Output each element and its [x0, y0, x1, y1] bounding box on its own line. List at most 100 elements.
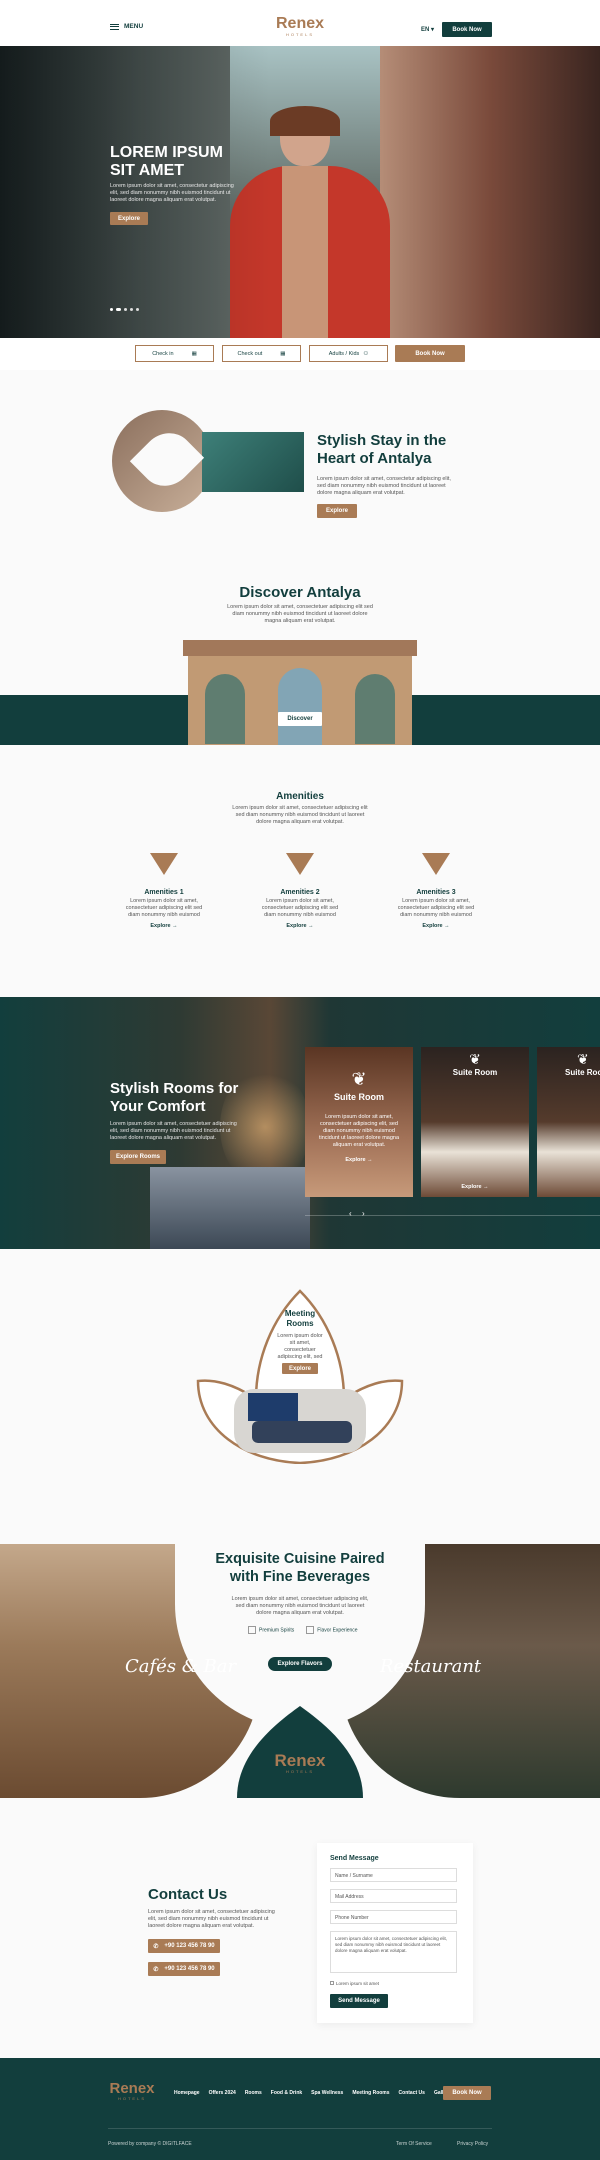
check-in-field[interactable]: Check in ▦ [135, 345, 214, 362]
contact-title: Contact Us [148, 1886, 228, 1903]
guests-field[interactable]: Adults / Kids ⚇ [309, 345, 388, 362]
header-book-now-button[interactable]: Book Now [442, 22, 492, 37]
footer-divider [108, 2128, 492, 2129]
rooms-explore-button[interactable]: Explore Rooms [110, 1150, 166, 1164]
room-card-title: Suite Room [565, 1068, 600, 1077]
stylish-stay-title: Stylish Stay in the Heart of Antalya [317, 432, 447, 467]
site-header: MENU Renex HOTELS EN ▾ Book Now [0, 0, 600, 46]
discover-button[interactable]: Discover [278, 712, 322, 726]
hero-section: LOREM IPSUM SIT AMET Lorem ipsum dolor s… [0, 46, 600, 338]
footer-logo-name: Renex [109, 2080, 155, 2097]
phone-icon: ✆ [153, 1966, 159, 1973]
amenities-text: Lorem ipsum dolor sit amet, consectetuer… [232, 805, 368, 825]
contact-form: Send Message Name / Surname Mail Address… [317, 1843, 473, 2023]
arrow-right-icon: → [483, 1184, 489, 1190]
phone-icon: ✆ [153, 1943, 159, 1950]
amenity-explore-link[interactable]: Explore → [396, 923, 476, 929]
meeting-section: Meeting Rooms Lorem ipsum dolor sit amet… [0, 1249, 600, 1544]
arrow-right-icon: → [172, 923, 178, 929]
message-field[interactable]: Lorem ipsum dolor sit amet, consectetuer… [330, 1931, 457, 1973]
feature-flavor-experience: Flavor Experience [306, 1626, 358, 1634]
footer-link-food-drink[interactable]: Food & Drink [271, 2090, 302, 2096]
footer-link-meeting[interactable]: Meeting Rooms [352, 2090, 389, 2096]
slider-dot-active[interactable] [116, 308, 121, 311]
header-logo[interactable]: Renex HOTELS [270, 16, 330, 38]
room-card-explore-link[interactable]: Explore → [305, 1157, 413, 1163]
name-field[interactable]: Name / Surname [330, 1868, 457, 1882]
amenity-title: Amenities 2 [280, 889, 320, 896]
contact-section: Contact Us Lorem ipsum dolor sit amet, c… [0, 1798, 600, 2058]
slider-dot[interactable] [124, 308, 127, 311]
rooms-title: Stylish Rooms for Your Comfort [110, 1080, 239, 1115]
cuisine-text: Lorem ipsum dolor sit amet, consectetuer… [231, 1596, 369, 1616]
slider-dot[interactable] [110, 308, 113, 311]
amenity-explore-link[interactable]: Explore → [260, 923, 340, 929]
send-message-button[interactable]: Send Message [330, 1994, 388, 2008]
amenity-title: Amenities 3 [416, 889, 456, 896]
meeting-explore-button[interactable]: Explore [282, 1363, 318, 1374]
lotus-icon: ❦ [469, 1051, 481, 1067]
spirits-icon [248, 1626, 256, 1634]
room-card[interactable]: ❦ Suite Room [537, 1047, 600, 1197]
amenity-text: Lorem ipsum dolor sit amet, consectetuer… [397, 898, 475, 918]
room-card-text: Lorem ipsum dolor sit amet, consectetuer… [318, 1114, 400, 1148]
cafe-bar-label[interactable]: Cafés & Bar [125, 1656, 236, 1677]
footer-logo[interactable]: Renex HOTELS [106, 2081, 158, 2101]
lotus-icon: ❦ [351, 1069, 367, 1089]
footer-book-now-button[interactable]: Book Now [443, 2086, 491, 2100]
footer-nav: Homepage Offers 2024 Rooms Food & Drink … [174, 2090, 451, 2096]
slider-dot[interactable] [130, 308, 133, 311]
rooms-bed-shape [150, 1167, 310, 1249]
menu-button[interactable]: MENU [110, 22, 143, 32]
meeting-title: Meeting Rooms [284, 1309, 316, 1328]
room-card-title: Suite Room [333, 1092, 384, 1102]
footer-privacy-link[interactable]: Privacy Policy [457, 2141, 488, 2147]
hero-slider-dots [110, 308, 139, 311]
slider-dot[interactable] [136, 308, 139, 311]
stylish-stay-explore-button[interactable]: Explore [317, 504, 357, 518]
footer-terms-link[interactable]: Term Of Service [396, 2141, 432, 2147]
amenity-item: Amenities 2 Lorem ipsum dolor sit amet, … [260, 853, 340, 929]
check-out-field[interactable]: Check out ▦ [222, 345, 301, 362]
rooms-section: Stylish Rooms for Your Comfort Lorem ips… [0, 997, 600, 1249]
arrow-right-icon: → [444, 923, 450, 929]
stylish-stay-text: Lorem ipsum dolor sit amet, consectetur … [317, 476, 451, 496]
arrow-right-icon: → [367, 1157, 373, 1163]
footer-link-contact[interactable]: Contact Us [399, 2090, 425, 2096]
hero-title: LOREM IPSUM SIT AMET [110, 144, 223, 179]
consent-checkbox[interactable]: Lorem ipsum sit amet [330, 1981, 379, 1986]
cuisine-explore-button[interactable]: Explore Flavors [268, 1657, 332, 1671]
restaurant-label[interactable]: Restaurant [380, 1656, 481, 1677]
footer-link-homepage[interactable]: Homepage [174, 2090, 200, 2096]
booking-bar: Check in ▦ Check out ▦ Adults / Kids ⚇ Book… [0, 338, 600, 370]
cuisine-logo: Renex HOTELS [274, 1751, 326, 1774]
amenity-explore-link[interactable]: Explore → [124, 923, 204, 929]
language-select[interactable]: EN ▾ [421, 26, 434, 33]
mail-field[interactable]: Mail Address [330, 1889, 457, 1903]
footer-powered: Powered by company © DIGITLFACE [108, 2141, 192, 2147]
cuisine-features: Premium Spirits Flavor Experience [248, 1626, 358, 1634]
phone-button[interactable]: ✆ +90 123 456 78 90 [148, 1939, 220, 1953]
footer-link-rooms[interactable]: Rooms [245, 2090, 262, 2096]
phone-field[interactable]: Phone Number [330, 1910, 457, 1924]
calendar-icon: ▦ [280, 350, 286, 357]
room-card[interactable]: ❦ Suite Room Explore → [421, 1047, 529, 1197]
calendar-icon: ▦ [191, 350, 197, 357]
room-card-explore-link[interactable]: Explore → [421, 1184, 529, 1190]
phone-button[interactable]: ✆ +90 123 456 78 90 [148, 1962, 220, 1976]
diamond-icon [422, 853, 450, 875]
rooms-text: Lorem ipsum dolor sit amet, consectetuer… [110, 1121, 237, 1141]
room-card[interactable]: ❦ Suite Room Lorem ipsum dolor sit amet,… [305, 1047, 413, 1197]
lotus-icon: ❦ [577, 1051, 589, 1067]
amenity-text: Lorem ipsum dolor sit amet, consectetuer… [261, 898, 339, 918]
rooms-prev-arrow[interactable]: ‹ [349, 1209, 352, 1218]
discover-section: Discover Antalya Lorem ipsum dolor sit a… [0, 560, 600, 745]
booking-book-now-button[interactable]: Book Now [395, 345, 465, 362]
diamond-icon [150, 853, 178, 875]
room-card-title: Suite Room [452, 1068, 498, 1077]
hero-explore-button[interactable]: Explore [110, 212, 148, 225]
rooms-next-arrow[interactable]: › [362, 1209, 365, 1218]
footer-link-offers[interactable]: Offers 2024 [209, 2090, 236, 2096]
menu-label: MENU [124, 23, 144, 31]
footer-link-spa[interactable]: Spa Wellness [311, 2090, 343, 2096]
